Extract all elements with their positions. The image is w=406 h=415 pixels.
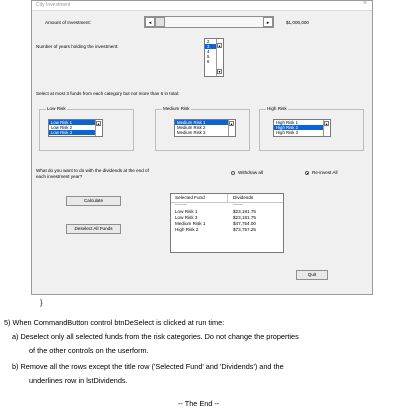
frame-low-risk: Low Risk Low Risk 1 Low Risk 2 Low Risk 3 …	[39, 106, 134, 151]
window-title: City Investment	[36, 2, 71, 8]
high-risk-scrollbar[interactable]: ▴	[323, 120, 330, 136]
reinvest-label: Re-invest All	[312, 170, 338, 175]
scroll-thumb[interactable]	[155, 17, 165, 27]
scroll-right-icon[interactable]: ▸	[263, 17, 273, 27]
underline-fund: ------------	[175, 202, 187, 206]
withdraw-option[interactable]: Withdraw all	[231, 170, 291, 176]
the-end: -- The End --	[178, 399, 220, 408]
high-risk-listbox[interactable]: High Risk 1 High Risk 2 High Risk 3 ▴	[273, 119, 331, 137]
item-a-line1: a) Deselect only all selected funds from…	[12, 332, 299, 341]
scroll-up-icon[interactable]: ▴	[217, 43, 222, 48]
amount-value: $1,000,000	[286, 20, 309, 25]
frame-medium-title: Medium Risk	[162, 106, 191, 112]
dividend-cell: $73,757.25	[233, 227, 256, 232]
frame-high-risk: High Risk High Risk 1 High Risk 2 High Ris…	[259, 106, 364, 151]
column-divider	[227, 194, 228, 202]
underline-dividends: ----------	[233, 202, 243, 206]
deselect-all-button[interactable]: Deselect All Funds	[66, 224, 121, 234]
amount-scrollbar[interactable]: ◂ ▸	[144, 16, 274, 28]
item-a-line2: of the other controls on the userform.	[29, 346, 149, 355]
table-row[interactable]: High Risk 2 $73,757.25	[171, 227, 283, 233]
closing-brace: }	[40, 298, 43, 307]
years-listbox[interactable]: 23456 ▴ ▾	[204, 38, 224, 77]
scroll-up-icon[interactable]: ▴	[324, 121, 329, 126]
calculate-button[interactable]: Calculate	[66, 196, 121, 206]
userform-window: City Investment × Amount of Investment: …	[31, 0, 373, 295]
medium-risk-listbox[interactable]: Medium Risk 1 Medium Risk 2 Medium Risk 3 …	[174, 119, 236, 137]
scroll-left-icon[interactable]: ◂	[145, 17, 155, 27]
scroll-up-icon[interactable]: ▴	[96, 121, 101, 126]
medium-risk-scrollbar[interactable]: ▴	[228, 120, 235, 136]
low-risk-scrollbar[interactable]: ▴	[95, 120, 102, 136]
withdraw-label: Withdraw all	[238, 170, 264, 175]
amount-label: Amount of Investment:	[45, 20, 91, 25]
scroll-up-icon[interactable]: ▴	[229, 121, 234, 126]
item-b-line2: underlines row in lstDividends.	[29, 376, 128, 385]
dividends-question-line2: each investment year?	[36, 174, 83, 179]
years-scrollbar[interactable]: ▴ ▾	[216, 39, 223, 76]
fund-cell: High Risk 2	[175, 227, 199, 232]
frame-medium-risk: Medium Risk Medium Risk 1 Medium Risk 2 Me…	[155, 106, 250, 151]
item-b-line1: b) Remove all the rows except the title …	[12, 362, 284, 371]
header-selected-fund: Selected Fund	[175, 195, 205, 200]
reinvest-option[interactable]: Re-invest All	[305, 170, 370, 176]
results-header: Selected Fund Dividends	[171, 194, 283, 203]
question-5: 5) When CommandButton control btnDeSelec…	[4, 318, 225, 327]
years-label: Number of years holding the investment:	[36, 44, 119, 49]
dividends-listbox[interactable]: Selected Fund Dividends ------------ ---…	[170, 193, 284, 253]
scroll-down-icon[interactable]: ▾	[217, 69, 222, 74]
instruction-text: Select at most 3 funds from each categor…	[36, 91, 180, 96]
frame-low-title: Low Risk	[46, 106, 67, 112]
medium-item[interactable]: Medium Risk 3	[175, 130, 235, 135]
quit-button[interactable]: Quit	[296, 270, 328, 280]
frame-high-title: High Risk	[266, 106, 288, 112]
low-risk-listbox[interactable]: Low Risk 1 Low Risk 2 Low Risk 3 ▴	[48, 119, 103, 137]
high-item[interactable]: High Risk 3	[274, 130, 330, 135]
header-dividends: Dividends	[233, 195, 254, 200]
withdraw-radio[interactable]	[231, 171, 235, 175]
title-bar: City Investment ×	[32, 0, 372, 11]
reinvest-radio[interactable]	[305, 171, 309, 175]
close-icon[interactable]: ×	[363, 0, 367, 7]
